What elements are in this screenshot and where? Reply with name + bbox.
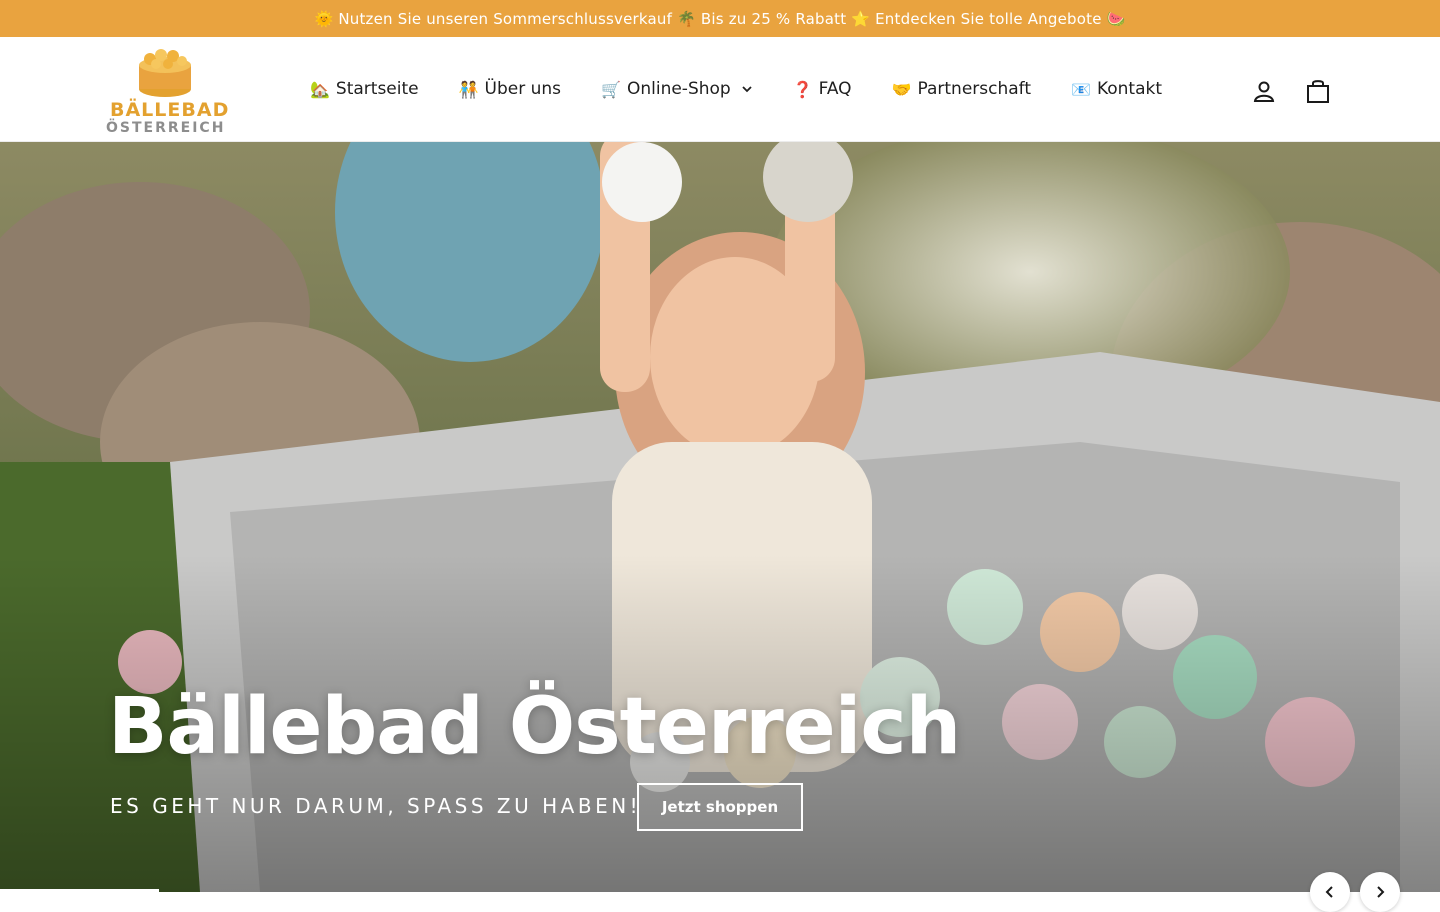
cart-button[interactable] [1304, 77, 1332, 105]
slider-next-button[interactable] [1360, 872, 1400, 912]
people-icon: 🧑‍🤝‍🧑 [458, 79, 479, 99]
cart-icon [1307, 80, 1329, 103]
chevron-right-icon [1377, 886, 1385, 898]
account-button[interactable] [1250, 77, 1278, 105]
question-mark-icon: ❓ [792, 79, 813, 99]
logo-text-line1: BÄLLEBAD [110, 99, 230, 121]
slider-previous-button[interactable] [1310, 872, 1350, 912]
envelope-icon: 📧 [1071, 79, 1091, 99]
account-icon [1253, 81, 1275, 102]
nav-item-startseite[interactable]: 🏡 Startseite [310, 79, 419, 99]
nav-item-ueber-uns[interactable]: 🧑‍🤝‍🧑 Über uns [459, 79, 561, 99]
chevron-down-icon [742, 86, 752, 93]
handshake-icon: 🤝 [891, 79, 912, 99]
ball-pit-logo-icon [139, 49, 191, 97]
shop-now-button[interactable]: Jetzt shoppen [637, 783, 803, 831]
slide-progress-bar [0, 889, 159, 892]
main-navigation: 🏡 Startseite 🧑‍🤝‍🧑 Über uns 🛒 Online-Sho… [310, 75, 1162, 103]
chevron-left-icon [1325, 886, 1333, 898]
nav-item-faq[interactable]: ❓ FAQ [793, 79, 852, 99]
shopping-cart-icon: 🛒 [601, 79, 621, 99]
hero-title: Bällebad Österreich [108, 682, 961, 772]
header-actions [1250, 77, 1332, 105]
nav-label: Online-Shop [626, 79, 731, 99]
nav-label: FAQ [818, 79, 852, 99]
nav-label: Über uns [484, 79, 562, 99]
nav-label: Kontakt [1096, 79, 1163, 99]
announcement-bar: 🌞 Nutzen Sie unseren Sommerschlussverkau… [0, 0, 1440, 37]
house-icon: 🏡 [310, 79, 330, 99]
nav-label: Partnerschaft [917, 79, 1032, 99]
announcement-text: 🌞 Nutzen Sie unseren Sommerschlussverkau… [314, 9, 1126, 28]
hero-subtitle: ES GEHT NUR DARUM, SPASS ZU HABEN! [110, 794, 642, 818]
logo[interactable]: BÄLLEBAD ÖSTERREICH [106, 45, 230, 136]
hero-image [0, 142, 1440, 892]
nav-item-kontakt[interactable]: 📧 Kontakt [1071, 79, 1162, 99]
logo-text-line2: ÖSTERREICH [106, 120, 226, 136]
nav-item-partnerschaft[interactable]: 🤝 Partnerschaft [892, 79, 1031, 99]
nav-label: Startseite [335, 79, 419, 99]
hero-slideshow: Bällebad Österreich ES GEHT NUR DARUM, S… [0, 142, 1440, 892]
nav-item-online-shop[interactable]: 🛒 Online-Shop [601, 79, 753, 99]
site-header: BÄLLEBAD ÖSTERREICH 🏡 Startseite 🧑‍🤝‍🧑 Ü… [0, 37, 1440, 142]
